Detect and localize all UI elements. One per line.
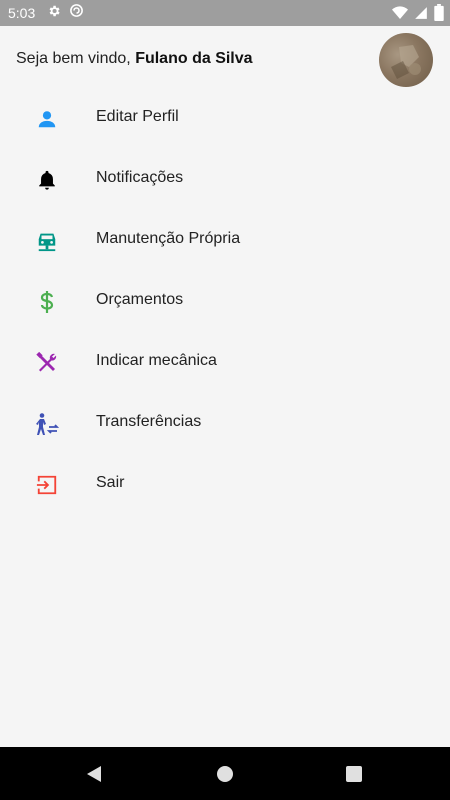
signal-icon — [414, 5, 428, 26]
settings-icon — [47, 4, 61, 23]
status-time: 5:03 — [8, 5, 36, 21]
back-icon — [87, 765, 101, 782]
bell-icon — [34, 168, 60, 192]
navigation-bar — [0, 747, 450, 800]
exit-icon — [34, 473, 60, 497]
home-icon — [217, 765, 233, 782]
user-name: Fulano da Silva — [135, 50, 253, 67]
recents-icon — [346, 765, 362, 782]
menu-item-edit-profile[interactable]: Editar Perfil — [0, 88, 450, 149]
menu-item-label: Transferências — [96, 413, 202, 430]
tools-icon — [34, 351, 60, 375]
menu-item-label: Editar Perfil — [96, 108, 179, 125]
welcome-text: Seja bem vindo, Fulano da Silva — [16, 50, 253, 68]
dollar-icon — [34, 290, 60, 314]
menu-item-label: Indicar mecânica — [96, 352, 217, 369]
menu-item-recommend-mechanic[interactable]: Indicar mecânica — [0, 332, 450, 393]
menu-item-label: Notificações — [96, 169, 184, 186]
menu-item-quotes[interactable]: Orçamentos — [0, 271, 450, 332]
status-bar: 5:03 — [0, 0, 450, 26]
greeting-text: Seja bem vindo, — [16, 50, 136, 67]
sync-icon — [69, 3, 84, 23]
avatar[interactable] — [379, 33, 433, 87]
drawer-header: Seja bem vindo, Fulano da Silva — [0, 26, 450, 90]
menu-item-label: Manutenção Própria — [96, 230, 241, 247]
wifi-icon — [392, 5, 408, 26]
menu-item-own-maintenance[interactable]: Manutenção Própria — [0, 210, 450, 271]
menu-item-label: Sair — [96, 474, 125, 491]
person-icon — [34, 107, 60, 131]
menu-item-label: Orçamentos — [96, 291, 184, 308]
menu-item-transfers[interactable]: Transferências — [0, 393, 450, 454]
menu-item-logout[interactable]: Sair — [0, 454, 450, 515]
menu-item-notifications[interactable]: Notificações — [0, 149, 450, 210]
home-button[interactable] — [195, 747, 255, 800]
transfer-icon — [34, 412, 60, 436]
recents-button[interactable] — [324, 747, 384, 800]
drawer-menu: Editar Perfil Notificações Manutenção Pr… — [0, 88, 450, 515]
car-icon — [34, 229, 60, 253]
back-button[interactable] — [64, 747, 124, 800]
battery-icon — [434, 4, 444, 26]
